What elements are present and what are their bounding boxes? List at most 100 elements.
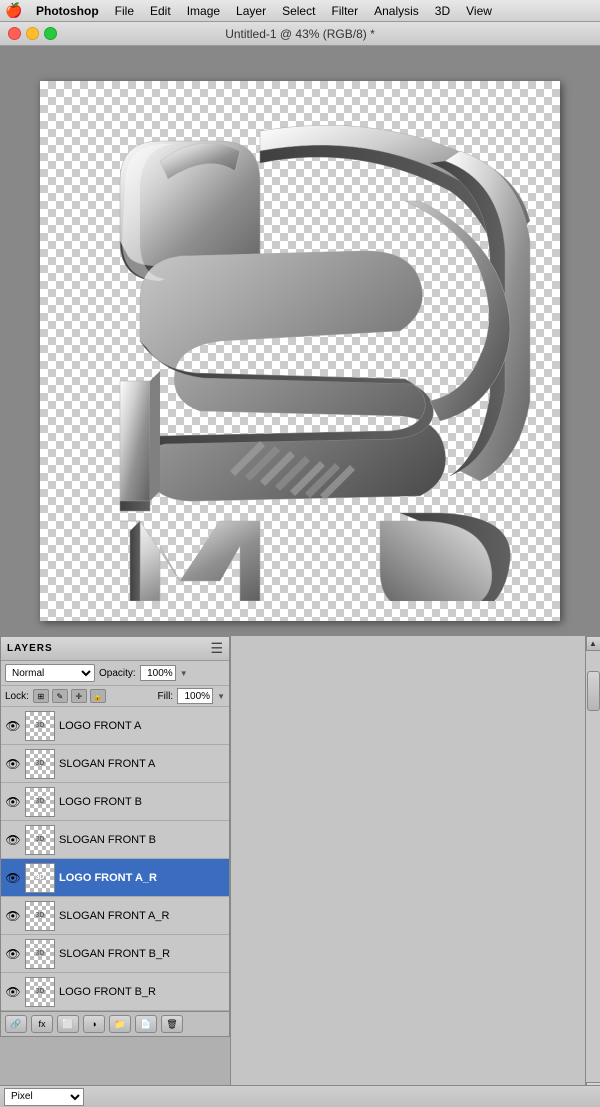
layer-row[interactable]: 👁3D SLOGAN FRONT A: [1, 745, 229, 783]
lock-all-button[interactable]: 🔒: [90, 689, 106, 703]
layer-name: SLOGAN FRONT B_R: [59, 948, 225, 960]
canvas-area: [0, 46, 600, 656]
menu-3d[interactable]: 3D: [427, 2, 458, 20]
blend-mode-select[interactable]: Normal: [5, 664, 95, 682]
layer-name: LOGO FRONT B_R: [59, 986, 225, 998]
layer-row[interactable]: 👁3D LOGO FRONT B_R: [1, 973, 229, 1011]
layer-thumbnail: 3D: [25, 939, 55, 969]
canvas-frame: [40, 81, 560, 621]
layer-name: SLOGAN FRONT A: [59, 758, 225, 770]
adjustment-icon: ◑: [91, 1019, 96, 1029]
lock-transparent-icon: ⊞: [38, 692, 45, 701]
lock-bar: Lock: ⊞ ✎ ✛ 🔒 Fill: ▼: [1, 686, 229, 707]
minimize-button[interactable]: [26, 27, 39, 40]
layer-thumbnail: 3D: [25, 901, 55, 931]
link-icon: 🔗: [10, 1019, 21, 1030]
lock-image-icon: ✎: [57, 692, 64, 701]
layer-thumbnail: 3D: [25, 863, 55, 893]
fill-dropdown-arrow[interactable]: ▼: [217, 692, 225, 701]
layer-name: LOGO FRONT A: [59, 720, 225, 732]
opacity-input[interactable]: [140, 665, 176, 681]
menu-layer[interactable]: Layer: [228, 2, 274, 20]
folder-icon: 📁: [114, 1019, 125, 1030]
mask-icon: ⬜: [62, 1019, 73, 1030]
lock-all-icon: 🔒: [93, 692, 103, 701]
link-layers-button[interactable]: 🔗: [5, 1015, 27, 1033]
layer-visibility-toggle[interactable]: 👁: [5, 718, 21, 734]
main-container: 🍎 Photoshop File Edit Image Layer Select…: [0, 0, 600, 1107]
layer-visibility-toggle[interactable]: 👁: [5, 908, 21, 924]
layers-panel-header: LAYERS ☰: [1, 637, 229, 661]
layer-visibility-toggle[interactable]: 👁: [5, 794, 21, 810]
right-panel: [230, 636, 600, 1085]
scroll-up-button[interactable]: ▲: [586, 636, 600, 651]
lock-image-pixels-button[interactable]: ✎: [52, 689, 68, 703]
layers-menu-button[interactable]: ☰: [210, 640, 223, 657]
artwork-svg: [60, 101, 540, 601]
layers-list: 👁3DLOGO FRONT A👁3DSLOGAN FRONT A👁3DLOGO …: [1, 707, 229, 1011]
menu-edit[interactable]: Edit: [142, 2, 179, 20]
title-bar: Untitled-1 @ 43% (RGB/8) *: [0, 22, 600, 46]
layer-thumbnail: 3D: [25, 977, 55, 1007]
new-layer-icon: 📄: [140, 1019, 151, 1030]
layer-visibility-toggle[interactable]: 👁: [5, 946, 21, 962]
menu-image[interactable]: Image: [179, 2, 228, 20]
unit-select[interactable]: Pixel: [4, 1088, 84, 1106]
layer-row[interactable]: 👁3D SLOGAN FRONT A_R: [1, 897, 229, 935]
fill-label: Fill:: [158, 691, 174, 702]
scroll-thumb[interactable]: [587, 671, 600, 711]
add-mask-button[interactable]: ⬜: [57, 1015, 79, 1033]
layer-name: LOGO FRONT A_R: [59, 872, 225, 884]
layers-panel-title: LAYERS: [7, 643, 53, 654]
layer-visibility-toggle[interactable]: 👁: [5, 984, 21, 1000]
delete-layer-button[interactable]: 🗑: [161, 1015, 183, 1033]
layer-name: LOGO FRONT B: [59, 796, 225, 808]
layers-panel: LAYERS ☰ Normal Opacity: ▼ Lock: ⊞ ✎: [0, 636, 230, 1037]
lock-icons: ⊞ ✎ ✛ 🔒: [33, 689, 106, 703]
apple-icon[interactable]: 🍎: [4, 1, 24, 21]
menu-select[interactable]: Select: [274, 2, 323, 20]
layer-name: SLOGAN FRONT B: [59, 834, 225, 846]
menu-analysis[interactable]: Analysis: [366, 2, 427, 20]
close-button[interactable]: [8, 27, 21, 40]
layer-thumbnail: 3D: [25, 749, 55, 779]
layer-row[interactable]: 👁3D LOGO FRONT B: [1, 783, 229, 821]
layers-controls: Normal Opacity: ▼: [1, 661, 229, 686]
bottom-bar: Pixel: [0, 1085, 600, 1107]
layer-thumbnail: 3D: [25, 825, 55, 855]
artwork: [40, 81, 560, 621]
menu-filter[interactable]: Filter: [323, 2, 366, 20]
fx-icon: fx: [38, 1019, 45, 1029]
layer-visibility-toggle[interactable]: 👁: [5, 870, 21, 886]
window-title: Untitled-1 @ 43% (RGB/8) *: [225, 27, 375, 41]
new-group-button[interactable]: 📁: [109, 1015, 131, 1033]
layer-name: SLOGAN FRONT A_R: [59, 910, 225, 922]
menu-view[interactable]: View: [458, 2, 500, 20]
layer-visibility-toggle[interactable]: 👁: [5, 832, 21, 848]
layer-thumbnail: 3D: [25, 787, 55, 817]
adjustment-layer-button[interactable]: ◑: [83, 1015, 105, 1033]
right-scrollbar: ▲ ▼: [585, 636, 600, 1097]
lock-position-icon: ✛: [76, 692, 83, 701]
opacity-dropdown-arrow[interactable]: ▼: [180, 669, 188, 678]
lock-label: Lock:: [5, 691, 29, 702]
layer-row[interactable]: 👁3D SLOGAN FRONT B: [1, 821, 229, 859]
layer-row[interactable]: 👁3D LOGO FRONT A_R: [1, 859, 229, 897]
opacity-label: Opacity:: [99, 668, 136, 679]
lock-transparent-pixels-button[interactable]: ⊞: [33, 689, 49, 703]
maximize-button[interactable]: [44, 27, 57, 40]
layer-row[interactable]: 👁3D LOGO FRONT A: [1, 707, 229, 745]
menu-bar: 🍎 Photoshop File Edit Image Layer Select…: [0, 0, 600, 22]
menu-photoshop[interactable]: Photoshop: [28, 2, 107, 20]
new-layer-button[interactable]: 📄: [135, 1015, 157, 1033]
menu-file[interactable]: File: [107, 2, 142, 20]
layer-visibility-toggle[interactable]: 👁: [5, 756, 21, 772]
layers-bottom-bar: 🔗 fx ⬜ ◑ 📁 📄 🗑: [1, 1011, 229, 1036]
traffic-lights: [8, 27, 57, 40]
layer-styles-button[interactable]: fx: [31, 1015, 53, 1033]
layer-row[interactable]: 👁3D SLOGAN FRONT B_R: [1, 935, 229, 973]
lock-position-button[interactable]: ✛: [71, 689, 87, 703]
layer-thumbnail: 3D: [25, 711, 55, 741]
fill-input[interactable]: [177, 688, 213, 704]
trash-icon: 🗑: [166, 1019, 177, 1030]
